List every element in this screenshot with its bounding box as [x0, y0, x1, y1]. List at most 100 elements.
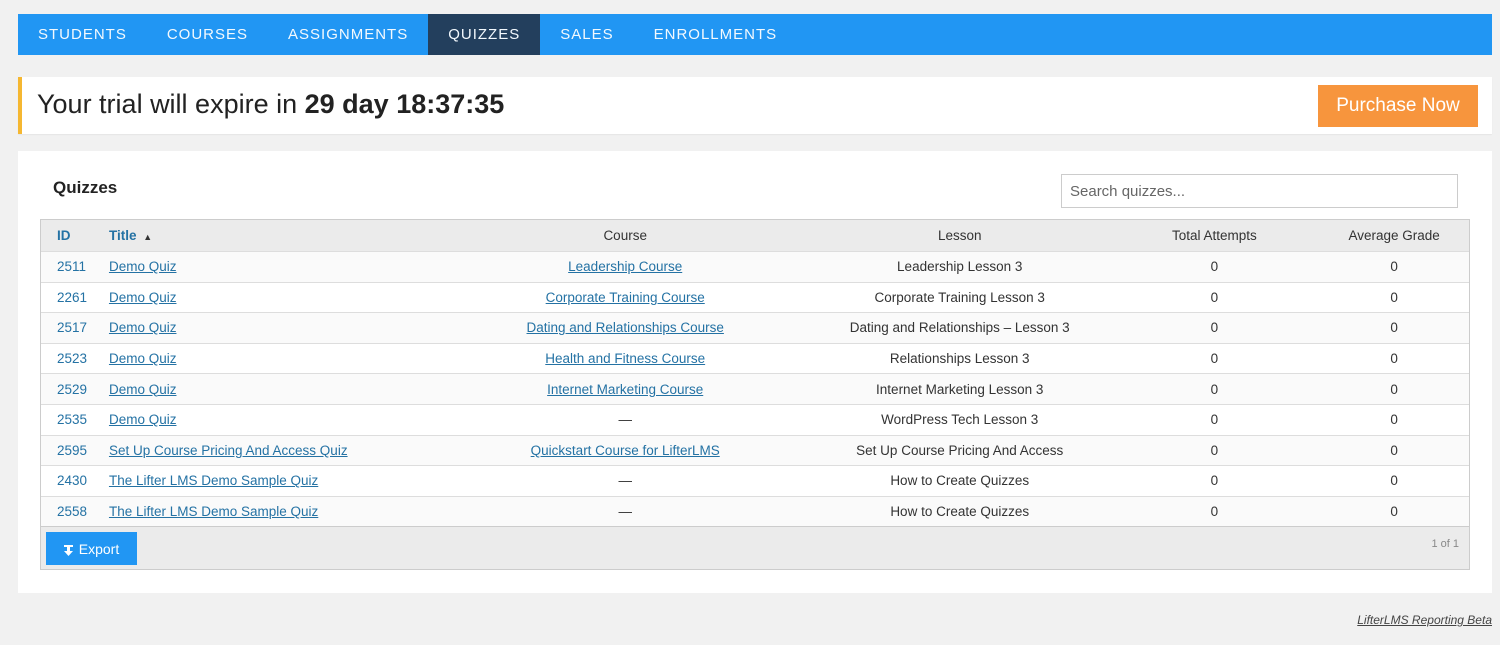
cell-course: Quickstart Course for LifterLMS	[440, 443, 809, 458]
table-row: 2430 The Lifter LMS Demo Sample Quiz — How …	[41, 465, 1469, 496]
cell-lesson: How to Create Quizzes	[890, 473, 1030, 489]
cell-id: 2595	[57, 442, 88, 458]
trial-message: Your trial will expire in 29 day 18:37:3…	[37, 89, 504, 120]
cell-lesson: Corporate Training Lesson 3	[874, 289, 1045, 305]
tab-assignments[interactable]: ASSIGNMENTS	[268, 14, 428, 55]
cell-id: 2511	[57, 259, 87, 275]
column-header-attempts: Total Attempts	[1171, 228, 1257, 243]
cell-title: The Lifter LMS Demo Sample Quiz	[101, 473, 441, 488]
cell-id: 2535	[57, 412, 88, 428]
cell-title: The Lifter LMS Demo Sample Quiz	[101, 504, 441, 519]
cell-course: —	[618, 504, 632, 520]
cell-grade: 0	[1390, 259, 1398, 275]
cell-course-link[interactable]: Internet Marketing Course	[547, 382, 703, 397]
cell-id: 2529	[57, 381, 88, 397]
cell-course: Dating and Relationships Course	[440, 320, 809, 335]
cell-grade: 0	[1390, 412, 1398, 428]
cell-title-link[interactable]: The Lifter LMS Demo Sample Quiz	[109, 473, 318, 488]
cell-lesson: Set Up Course Pricing And Access	[856, 442, 1064, 458]
search-input[interactable]	[1061, 174, 1458, 208]
cell-grade: 0	[1390, 504, 1398, 520]
cell-attempts: 0	[1210, 504, 1219, 520]
cell-attempts: 0	[1210, 412, 1219, 428]
cell-title-link[interactable]: Set Up Course Pricing And Access Quiz	[109, 443, 348, 458]
cell-grade: 0	[1390, 289, 1398, 305]
top-nav: STUDENTS COURSES ASSIGNMENTS QUIZZES SAL…	[18, 14, 1492, 55]
download-icon	[63, 543, 73, 557]
trial-banner: Your trial will expire in 29 day 18:37:3…	[18, 77, 1492, 134]
export-button[interactable]: Export	[46, 532, 137, 566]
table-header: ID Title ▲ Course Lesson Total Attempts …	[41, 220, 1469, 251]
cell-lesson: How to Create Quizzes	[890, 504, 1030, 520]
cell-course: —	[618, 412, 632, 428]
pagination-text: 1 of 1	[1431, 538, 1459, 551]
cell-attempts: 0	[1210, 289, 1219, 305]
export-label: Export	[78, 540, 120, 557]
cell-title: Demo Quiz	[101, 320, 441, 335]
cell-title-link[interactable]: The Lifter LMS Demo Sample Quiz	[109, 504, 318, 519]
cell-id: 2558	[57, 504, 88, 520]
cell-id: 2261	[57, 289, 88, 305]
cell-grade: 0	[1390, 320, 1398, 336]
cell-title-link[interactable]: Demo Quiz	[109, 320, 177, 335]
table-row: 2261 Demo Quiz Corporate Training Course Co…	[41, 281, 1469, 313]
cell-attempts: 0	[1210, 442, 1219, 458]
cell-id: 2430	[57, 473, 88, 489]
cell-title: Demo Quiz	[101, 351, 441, 366]
table-row: 2517 Demo Quiz Dating and Relationships Co…	[41, 312, 1469, 343]
cell-course: —	[618, 473, 632, 489]
table-row: 2529 Demo Quiz Internet Marketing Course In…	[41, 373, 1469, 404]
tab-courses[interactable]: COURSES	[147, 14, 268, 55]
sort-ascending-icon: ▲	[143, 232, 153, 242]
cell-course: Leadership Course	[440, 259, 809, 274]
table-row: 2511 Demo Quiz Leadership Course Leadership…	[41, 251, 1469, 282]
tab-enrollments[interactable]: ENROLLMENTS	[634, 14, 798, 55]
cell-attempts: 0	[1210, 473, 1219, 489]
cell-title: Set Up Course Pricing And Access Quiz	[101, 443, 441, 458]
cell-lesson: Internet Marketing Lesson 3	[876, 381, 1044, 397]
cell-course: Corporate Training Course	[440, 290, 809, 305]
reporting-beta-link[interactable]: LifterLMS Reporting Beta	[1357, 613, 1492, 627]
cell-course-link[interactable]: Corporate Training Course	[546, 290, 705, 305]
cell-title: Demo Quiz	[101, 382, 441, 397]
cell-lesson: WordPress Tech Lesson 3	[881, 412, 1039, 428]
cell-title-link[interactable]: Demo Quiz	[109, 412, 177, 427]
cell-course-link[interactable]: Leadership Course	[568, 259, 682, 274]
cell-course: Health and Fitness Course	[440, 351, 809, 366]
cell-attempts: 0	[1210, 259, 1219, 275]
tab-students[interactable]: STUDENTS	[18, 14, 147, 55]
column-header-grade: Average Grade	[1348, 228, 1440, 243]
trial-countdown: 29 day 18:37:35	[304, 89, 505, 119]
cell-lesson: Dating and Relationships – Lesson 3	[849, 320, 1070, 336]
cell-title-link[interactable]: Demo Quiz	[109, 290, 177, 305]
column-header-lesson: Lesson	[937, 228, 982, 243]
cell-attempts: 0	[1210, 351, 1219, 367]
cell-title: Demo Quiz	[101, 290, 441, 305]
cell-course-link[interactable]: Health and Fitness Course	[545, 351, 705, 366]
column-header-title-label: Title	[108, 228, 137, 243]
cell-course-link[interactable]: Dating and Relationships Course	[527, 320, 724, 335]
cell-title-link[interactable]: Demo Quiz	[109, 259, 177, 274]
cell-grade: 0	[1390, 351, 1398, 367]
cell-title: Demo Quiz	[101, 259, 441, 274]
cell-title-link[interactable]: Demo Quiz	[109, 382, 177, 397]
cell-id: 2517	[57, 320, 88, 336]
table-row: 2558 The Lifter LMS Demo Sample Quiz — How …	[41, 495, 1469, 527]
cell-title-link[interactable]: Demo Quiz	[109, 351, 177, 366]
quizzes-panel: Quizzes ID Title ▲ Course Lesson Total A…	[18, 151, 1492, 593]
purchase-now-button[interactable]: Purchase Now	[1318, 85, 1478, 127]
cell-title: Demo Quiz	[101, 412, 441, 427]
cell-grade: 0	[1390, 381, 1398, 397]
column-header-id[interactable]: ID	[41, 228, 101, 243]
tab-quizzes[interactable]: QUIZZES	[428, 14, 541, 55]
trial-prefix: Your trial will expire in	[37, 89, 298, 119]
column-header-course: Course	[603, 228, 647, 243]
cell-id: 2523	[57, 351, 88, 367]
cell-course: Internet Marketing Course	[440, 382, 809, 397]
column-header-title[interactable]: Title ▲	[101, 228, 441, 243]
cell-lesson: Leadership Lesson 3	[897, 259, 1023, 275]
cell-lesson: Relationships Lesson 3	[889, 351, 1030, 367]
table-row: 2595 Set Up Course Pricing And Access Qui…	[41, 434, 1469, 466]
tab-sales[interactable]: SALES	[540, 14, 633, 55]
cell-course-link[interactable]: Quickstart Course for LifterLMS	[531, 443, 720, 458]
